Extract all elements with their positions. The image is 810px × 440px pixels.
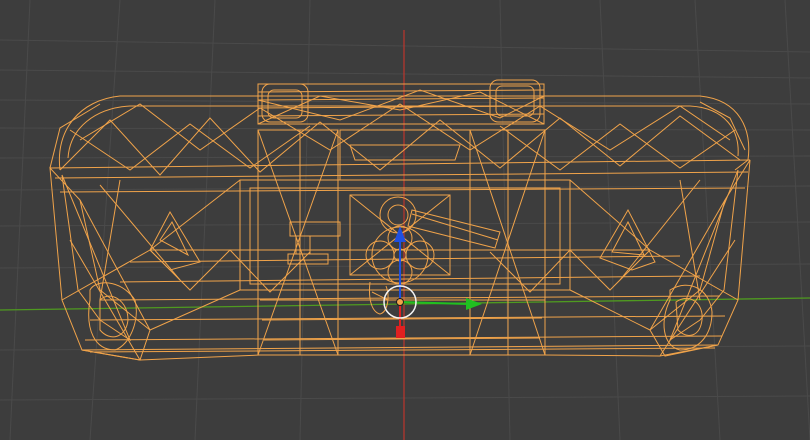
gizmo-x-handle[interactable] (396, 326, 405, 338)
right-wall (599, 159, 751, 357)
move-gizmo-icon[interactable] (383, 226, 482, 338)
3d-viewport[interactable] (0, 0, 810, 440)
viewport-canvas[interactable] (0, 0, 810, 440)
mechanism-part (287, 196, 501, 315)
left-wall (49, 166, 201, 361)
ground-grid (0, 0, 810, 440)
origin-icon (396, 298, 404, 306)
